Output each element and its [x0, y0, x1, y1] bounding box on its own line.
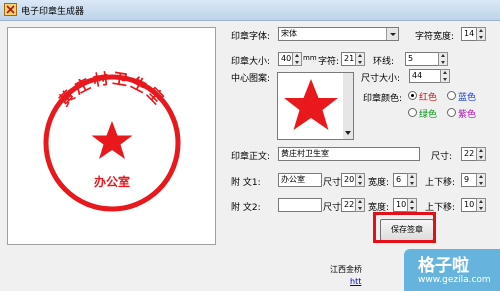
color-blue-label: 蓝色: [458, 93, 477, 103]
body-input[interactable]: 黄庄村卫生室: [278, 147, 420, 161]
char-spacing-label: 字符:: [318, 57, 340, 67]
color-purple-radio[interactable]: [447, 108, 456, 117]
chevron-down-icon[interactable]: [386, 28, 398, 40]
font-label: 印章字体:: [231, 32, 271, 42]
sub1-shift-spinner[interactable]: [476, 173, 486, 187]
pic-size-spinner[interactable]: [440, 69, 450, 83]
sub1-label: 附 文1:: [231, 178, 261, 188]
color-purple-label: 紫色: [458, 110, 477, 120]
char-width-label: 字符宽度:: [415, 32, 455, 42]
watermark: 格子啦 www.gezila.com: [404, 249, 500, 291]
sub1-shift-label: 上下移:: [425, 178, 456, 188]
seal-app-icon: [4, 3, 17, 16]
ring-spinner[interactable]: [438, 52, 448, 66]
ring-input[interactable]: 5: [405, 52, 440, 66]
color-blue-radio[interactable]: [447, 91, 456, 100]
size-label: 印章大小:: [231, 57, 271, 67]
watermark-name: 格子啦: [418, 256, 469, 276]
body-size-spinner[interactable]: [476, 147, 486, 161]
seal-preview-canvas: 黄庄村卫生室 办公室: [43, 69, 181, 212]
seal-sub-text: 办公室: [94, 174, 130, 189]
footer-link[interactable]: htt: [350, 277, 361, 286]
font-select-value: 宋体: [281, 29, 297, 38]
size-spinner[interactable]: [292, 52, 302, 66]
body-size-label: 尺寸:: [431, 152, 453, 162]
sub2-size-label: 尺寸: [323, 203, 342, 213]
char-spacing-spinner[interactable]: [355, 52, 365, 66]
sub2-size-spinner[interactable]: [355, 198, 365, 212]
chevron-down-icon: [345, 131, 351, 135]
pic-size-input[interactable]: 44: [409, 69, 442, 83]
footer-company: 江西金桥: [330, 265, 362, 274]
color-red-radio[interactable]: [408, 91, 417, 100]
sub1-width-label: 宽度:: [368, 178, 390, 188]
color-label: 印章颜色:: [363, 94, 403, 104]
color-red-label: 红色: [419, 93, 438, 103]
color-green-radio[interactable]: [408, 108, 417, 117]
sub2-label: 附 文2:: [231, 203, 261, 213]
size-unit: mm: [303, 54, 317, 62]
sub2-input[interactable]: [278, 198, 322, 212]
center-pic-scrollbar[interactable]: [343, 72, 354, 140]
font-select[interactable]: 宋体: [278, 27, 399, 41]
save-button-highlight: [373, 212, 436, 243]
star-icon: [284, 79, 338, 130]
seal-preview: 黄庄村卫生室 办公室: [7, 27, 216, 245]
color-green-label: 绿色: [419, 110, 438, 120]
watermark-url: www.gezila.com: [418, 275, 491, 285]
sub1-input[interactable]: 办公室: [278, 173, 322, 187]
body-label: 印章正文:: [231, 152, 271, 162]
sub1-size-spinner[interactable]: [355, 173, 365, 187]
center-pic-list[interactable]: [277, 72, 345, 140]
pic-size-label: 尺寸大小:: [361, 74, 401, 84]
sub2-width-spinner[interactable]: [407, 198, 417, 212]
ring-label: 环线:: [373, 57, 395, 67]
window-title: 电子印章生成器: [21, 7, 85, 17]
title-bar: 电子印章生成器: [0, 0, 500, 21]
sub1-width-spinner[interactable]: [407, 173, 417, 187]
seal-star-icon: [91, 121, 133, 159]
char-width-spinner[interactable]: [476, 27, 486, 41]
center-pic-label: 中心图案:: [231, 74, 271, 84]
sub1-size-label: 尺寸: [323, 178, 342, 188]
sub2-shift-spinner[interactable]: [476, 198, 486, 212]
